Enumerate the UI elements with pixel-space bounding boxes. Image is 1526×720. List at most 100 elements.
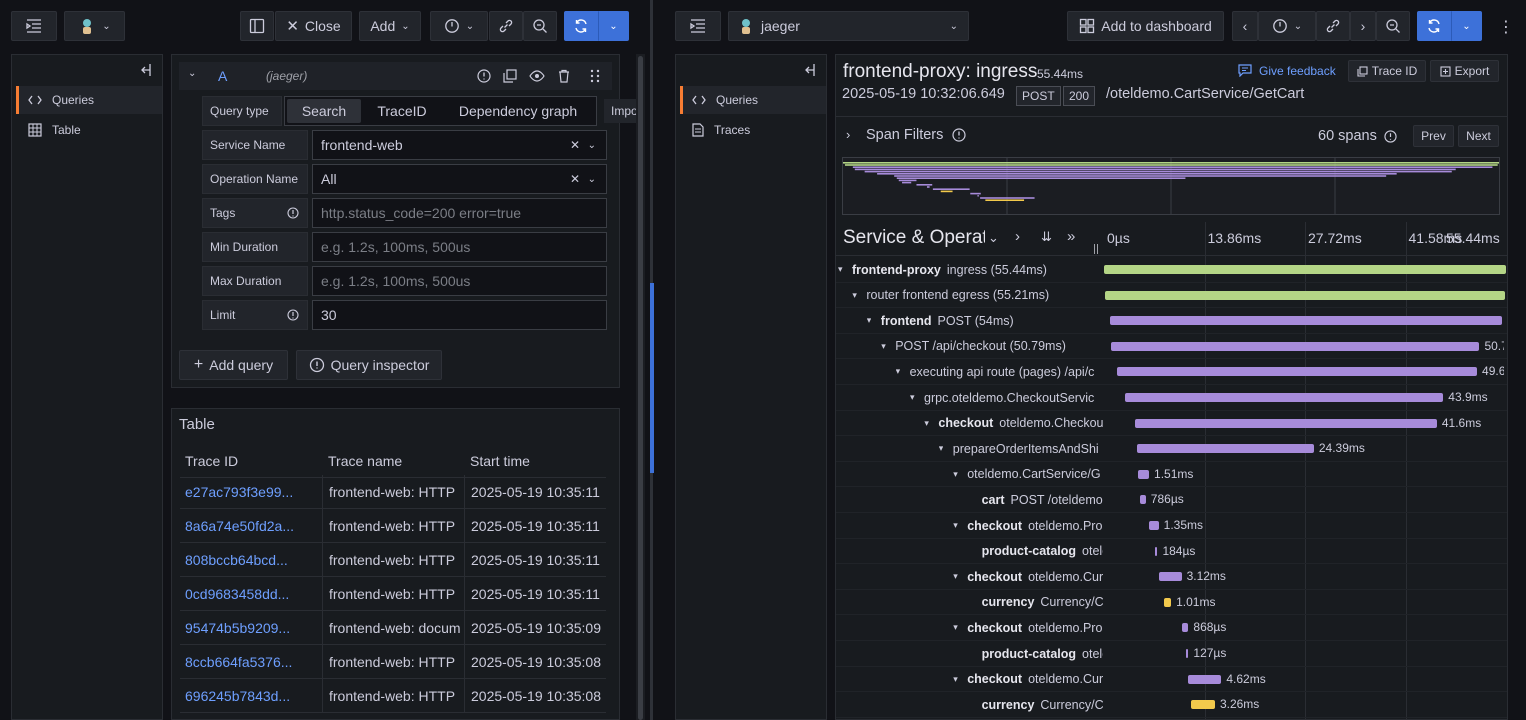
expand-chevron-icon[interactable]: ▾ bbox=[881, 334, 886, 359]
time-forward-button[interactable]: › bbox=[1350, 11, 1376, 41]
copy-link-button[interactable] bbox=[489, 11, 523, 41]
time-back-button[interactable]: ‹ bbox=[1232, 11, 1258, 41]
column-header-start-time[interactable]: Start time bbox=[464, 453, 606, 469]
duplicate-icon[interactable] bbox=[503, 69, 517, 83]
span-bar[interactable] bbox=[1136, 444, 1314, 454]
refresh-interval-button-right[interactable]: ⌄ bbox=[1451, 11, 1482, 41]
chevron-right-icon[interactable]: › bbox=[846, 127, 850, 142]
tab-traceid[interactable]: TraceID bbox=[367, 99, 437, 123]
export-button[interactable]: Export bbox=[1430, 60, 1499, 82]
span-bar[interactable] bbox=[1163, 597, 1172, 607]
add-query-button[interactable]: + Add query bbox=[179, 350, 288, 380]
pane-divider-handle[interactable] bbox=[650, 283, 654, 473]
column-header-trace-name[interactable]: Trace name bbox=[322, 453, 464, 469]
span-bar[interactable] bbox=[1117, 367, 1478, 377]
outline-item-queries[interactable]: Queries bbox=[680, 86, 826, 114]
span-name[interactable]: currency Currency/C bbox=[982, 692, 1103, 717]
copy-link-button-right[interactable] bbox=[1316, 11, 1350, 41]
double-chevron-down-icon[interactable]: ⇊ bbox=[1041, 229, 1052, 245]
chevron-down-icon[interactable]: ⌄ bbox=[988, 230, 999, 246]
span-row[interactable] bbox=[836, 590, 1507, 616]
span-bar[interactable] bbox=[1104, 265, 1506, 274]
expand-chevron-icon[interactable]: ▾ bbox=[939, 436, 944, 461]
span-row[interactable] bbox=[836, 667, 1507, 693]
trace-id-link[interactable]: 95474b5b9209... bbox=[180, 620, 322, 636]
history-button[interactable]: ⌄ bbox=[430, 11, 488, 41]
more-options-icon[interactable]: ⋮ bbox=[1498, 17, 1514, 37]
table-row[interactable]: 8ccb664fa5376... frontend-web: HTTP 2025-0… bbox=[180, 644, 606, 679]
table-row[interactable]: 95474b5b9209... frontend-web: docum 2025-0… bbox=[180, 610, 606, 645]
trace-id-link[interactable]: 8ccb664fa5376... bbox=[180, 654, 322, 670]
datasource-picker-left[interactable]: ⌄ bbox=[64, 11, 125, 41]
double-chevron-right-icon[interactable]: » bbox=[1067, 228, 1075, 245]
tab-dependency-graph[interactable]: Dependency graph bbox=[446, 99, 590, 123]
table-row[interactable]: 696245b7843d... frontend-web: HTTP 2025-05… bbox=[180, 678, 606, 713]
span-name[interactable]: checkout oteldemo.Pro bbox=[967, 513, 1103, 538]
span-name[interactable]: product-catalog oteldemo.Pro bbox=[982, 641, 1103, 666]
zoom-out-button-right[interactable] bbox=[1376, 11, 1410, 41]
zoom-out-button[interactable] bbox=[523, 11, 557, 41]
table-row[interactable]: 8a6a74e50fd2a... frontend-web: HTTP 2025-0… bbox=[180, 508, 606, 543]
span-bar[interactable] bbox=[1138, 469, 1149, 479]
trash-icon[interactable] bbox=[557, 69, 571, 83]
close-split-button[interactable]: ✕ Close bbox=[275, 11, 352, 41]
operation-name-select[interactable]: All ✕ ⌄ bbox=[312, 164, 607, 194]
span-name[interactable]: frontend-proxy ingress (55.44ms) bbox=[852, 257, 1103, 282]
span-row[interactable] bbox=[836, 615, 1507, 641]
expand-chevron-icon[interactable]: ▾ bbox=[852, 283, 857, 308]
query-inspector-button[interactable]: Query inspector bbox=[296, 350, 442, 380]
eye-icon[interactable] bbox=[529, 69, 545, 83]
expand-chevron-icon[interactable]: ▾ bbox=[896, 359, 901, 384]
expand-chevron-icon[interactable]: ▾ bbox=[910, 385, 915, 410]
trace-id-link[interactable]: 8a6a74e50fd2a... bbox=[180, 518, 322, 534]
span-bar[interactable] bbox=[1191, 700, 1215, 710]
span-bar[interactable] bbox=[1135, 418, 1437, 428]
span-name[interactable]: oteldemo.CartService/G bbox=[967, 462, 1103, 487]
span-bar[interactable] bbox=[1159, 572, 1182, 582]
span-bar[interactable] bbox=[1111, 341, 1480, 351]
span-name[interactable]: checkout oteldemo.Cur bbox=[967, 667, 1103, 692]
expand-chevron-icon[interactable]: ▾ bbox=[867, 308, 872, 333]
span-bar[interactable] bbox=[1181, 623, 1189, 633]
trace-id-link[interactable]: e27ac793f3e99... bbox=[180, 484, 322, 500]
chevron-right-icon[interactable]: › bbox=[1015, 228, 1020, 245]
refresh-button-right[interactable] bbox=[1417, 11, 1451, 41]
datasource-picker-right[interactable]: jaeger ⌄ bbox=[728, 11, 969, 41]
span-bar[interactable] bbox=[1140, 495, 1146, 505]
span-name[interactable]: checkout oteldemo.Pro bbox=[967, 615, 1103, 640]
column-resizer[interactable] bbox=[1094, 244, 1098, 254]
add-button[interactable]: Add ⌄ bbox=[359, 11, 421, 41]
expand-chevron-icon[interactable]: ▾ bbox=[953, 513, 958, 538]
span-filters-toggle[interactable]: Span Filters bbox=[866, 127, 943, 143]
span-name[interactable]: executing api route (pages) /api/c bbox=[910, 359, 1103, 384]
span-bar[interactable] bbox=[1124, 393, 1444, 402]
span-name[interactable]: cart POST /oteldemo bbox=[982, 487, 1103, 512]
expand-chevron-icon[interactable]: ▾ bbox=[953, 462, 958, 487]
trace-id-link[interactable]: 0cd9683458dd... bbox=[180, 586, 322, 602]
trace-id-link[interactable]: 808bccb64bcd... bbox=[180, 552, 322, 568]
span-name[interactable]: prepareOrderItemsAndShi bbox=[953, 436, 1103, 461]
table-row[interactable]: 808bccb64bcd... frontend-web: HTTP 2025-05… bbox=[180, 542, 606, 577]
trace-id-link[interactable]: 696245b7843d... bbox=[180, 688, 322, 704]
table-row[interactable]: e27ac793f3e99... frontend-web: HTTP 2025-0… bbox=[180, 474, 606, 509]
next-match-button[interactable]: Next bbox=[1458, 125, 1499, 147]
column-header-trace-id[interactable]: Trace ID bbox=[180, 453, 322, 469]
toggle-menu-button[interactable] bbox=[11, 11, 57, 41]
span-name[interactable]: currency Currency/C bbox=[982, 590, 1103, 615]
max-duration-input[interactable]: e.g. 1.2s, 100ms, 500us bbox=[312, 266, 607, 296]
toggle-menu-button-right[interactable] bbox=[675, 11, 721, 41]
span-name[interactable]: checkout oteldemo.Checkou bbox=[938, 411, 1103, 436]
refresh-interval-button[interactable]: ⌄ bbox=[598, 11, 629, 41]
tags-input[interactable]: http.status_code=200 error=true bbox=[312, 198, 607, 228]
outline-item-queries[interactable]: Queries bbox=[16, 86, 162, 114]
chevron-down-icon[interactable]: ⌄ bbox=[188, 68, 196, 79]
span-bar[interactable] bbox=[1188, 674, 1222, 684]
drag-handle-icon[interactable] bbox=[590, 69, 600, 83]
tab-import[interactable]: Impo bbox=[604, 99, 638, 123]
add-to-dashboard-button[interactable]: Add to dashboard bbox=[1067, 11, 1224, 41]
refresh-button[interactable] bbox=[564, 11, 598, 41]
span-row[interactable] bbox=[836, 692, 1507, 718]
span-name[interactable]: router frontend egress (55.21ms) bbox=[866, 283, 1103, 308]
split-pane-button[interactable] bbox=[240, 11, 274, 41]
min-duration-input[interactable]: e.g. 1.2s, 100ms, 500us bbox=[312, 232, 607, 262]
